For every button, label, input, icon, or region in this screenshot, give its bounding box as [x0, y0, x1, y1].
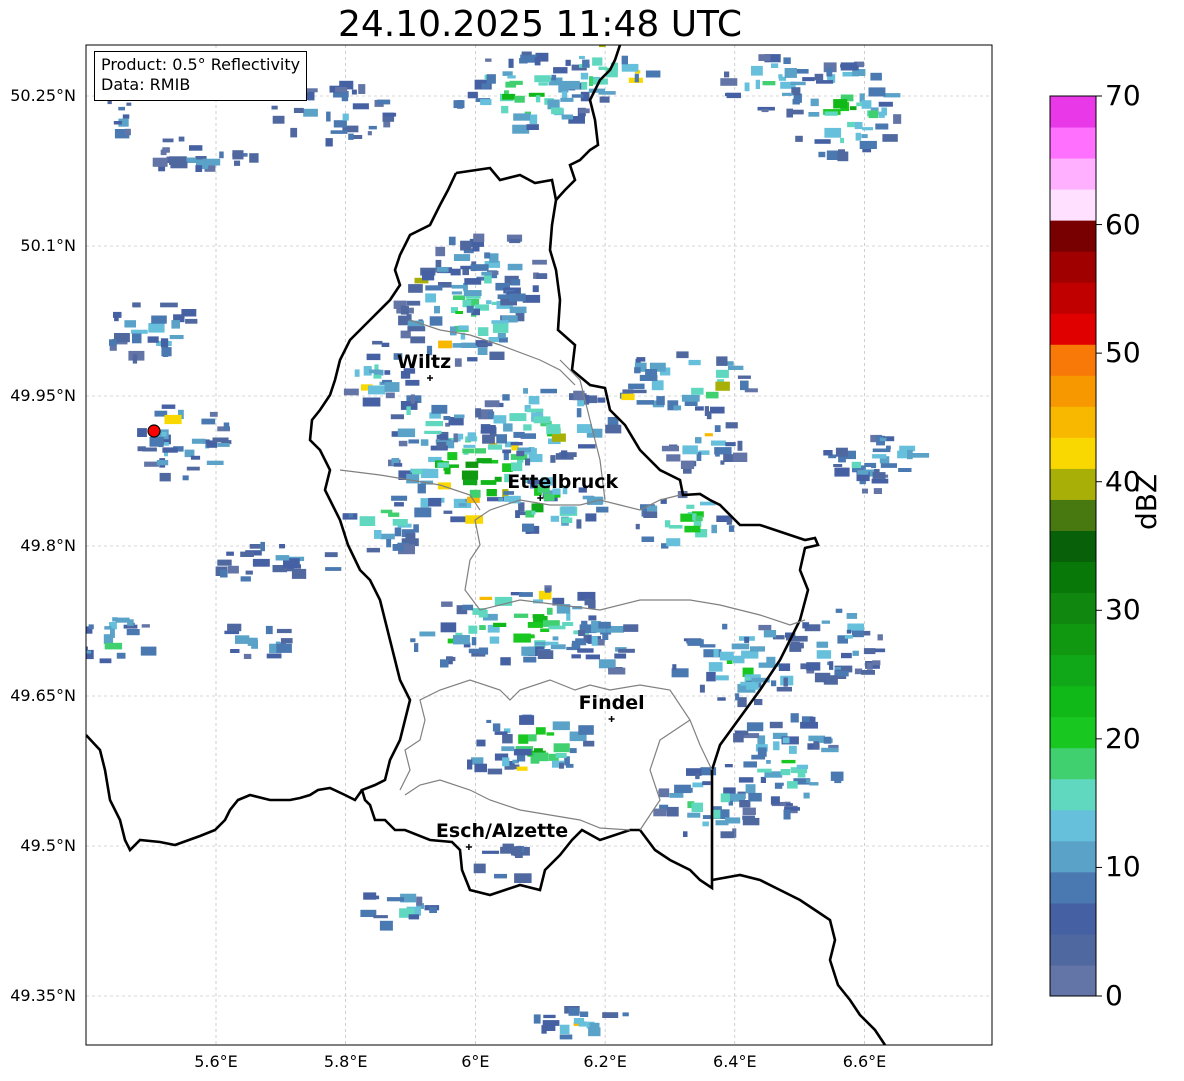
- longitude-label: 6.6°E: [842, 1052, 887, 1071]
- latitude-label: 50.25°N: [10, 86, 76, 105]
- colorbar-swatch: [1050, 685, 1096, 718]
- latitude-label: 49.65°N: [10, 686, 76, 705]
- colorbar-tick-label: 60: [1105, 207, 1141, 241]
- colorbar-swatch: [1050, 375, 1096, 407]
- longitude-label: 6°E: [461, 1052, 490, 1071]
- colorbar-swatch: [1050, 96, 1096, 128]
- colorbar-swatch: [1050, 499, 1096, 531]
- colorbar-swatch: [1050, 313, 1096, 345]
- colorbar-swatch: [1050, 809, 1096, 842]
- colorbar-tick-label: 30: [1105, 593, 1141, 627]
- colorbar-swatch: [1050, 158, 1096, 190]
- colorbar-swatch: [1050, 871, 1096, 904]
- latitude-label: 49.35°N: [10, 986, 76, 1005]
- colorbar-swatch: [1050, 437, 1096, 469]
- colorbar-ticks: [1096, 95, 1102, 997]
- latitude-label: 50.1°N: [20, 236, 76, 255]
- colorbar-tick-label: 70: [1105, 79, 1141, 112]
- colorbar-swatch: [1050, 592, 1096, 625]
- latitude-label: 49.5°N: [20, 836, 76, 855]
- colorbar-swatch: [1050, 282, 1096, 314]
- colorbar-swatch: [1050, 778, 1096, 811]
- city-label: Ettelbruck: [507, 471, 619, 493]
- product-label: Product: 0.5° Reflectivity: [101, 55, 301, 74]
- colorbar-swatch: [1050, 623, 1096, 656]
- longitude-label: 6.4°E: [713, 1052, 757, 1071]
- longitude-label: 5.6°E: [194, 1052, 238, 1071]
- colorbar-swatches: [1050, 96, 1096, 997]
- city-label: Esch/Alzette: [435, 820, 569, 842]
- colorbar-swatch: [1050, 933, 1096, 966]
- colorbar-unit-label: dBZ: [1130, 473, 1163, 530]
- colorbar-swatch: [1050, 561, 1096, 594]
- city-label: Wiltz: [397, 351, 452, 373]
- colorbar-swatch: [1050, 220, 1096, 252]
- colorbar-swatch: [1050, 530, 1096, 563]
- info-box: Product: 0.5° Reflectivity Data: RMIB: [94, 51, 308, 101]
- data-source-label: Data: RMIB: [101, 75, 191, 94]
- colorbar-swatch: [1050, 251, 1096, 283]
- colorbar-swatch: [1050, 654, 1096, 687]
- map-title: 24.10.2025 11:48 UTC: [337, 4, 743, 45]
- colorbar-swatch: [1050, 840, 1096, 873]
- city-label: Findel: [578, 692, 645, 714]
- colorbar-swatch: [1050, 468, 1096, 500]
- colorbar-swatch: [1050, 716, 1096, 749]
- colorbar-swatch: [1050, 344, 1096, 376]
- colorbar-swatch: [1050, 902, 1096, 935]
- colorbar-swatch: [1050, 189, 1096, 221]
- colorbar-swatch: [1050, 964, 1096, 997]
- colorbar: [1049, 95, 1102, 997]
- colorbar-swatch: [1050, 127, 1096, 159]
- latitude-label: 49.95°N: [10, 386, 76, 405]
- colorbar-swatch: [1050, 747, 1096, 780]
- colorbar-tick-label: 20: [1105, 721, 1141, 755]
- longitude-label: 5.8°E: [323, 1052, 368, 1071]
- colorbar-tick-label: 10: [1105, 850, 1141, 884]
- colorbar-tick-label: 50: [1105, 336, 1141, 370]
- longitude-label: 6.2°E: [583, 1052, 627, 1071]
- colorbar-tick-label: 0: [1105, 979, 1123, 1012]
- colorbar-swatch: [1050, 406, 1096, 438]
- latitude-label: 49.8°N: [20, 536, 76, 555]
